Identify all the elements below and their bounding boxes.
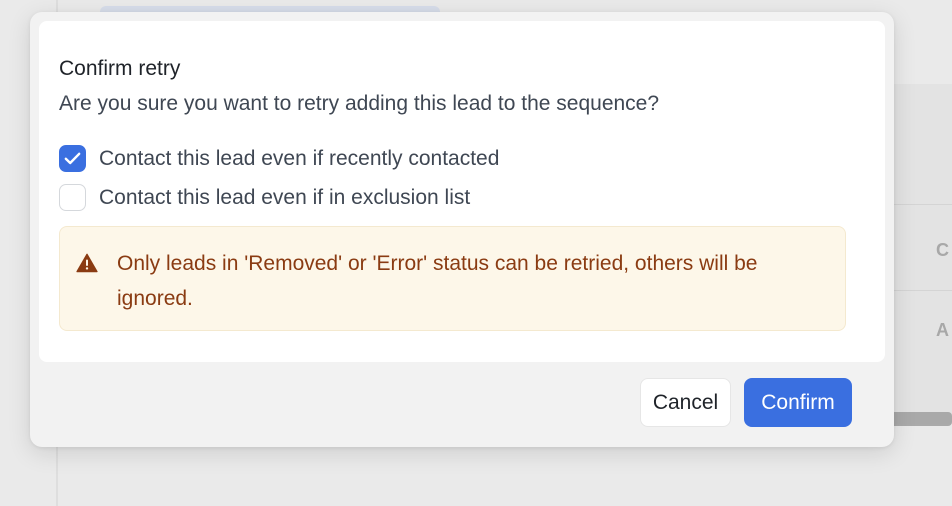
- background-panel-text: A: [936, 320, 949, 340]
- background-panel-text: C: [936, 240, 949, 260]
- confirm-retry-dialog: Confirm retry Are you sure you want to r…: [30, 12, 894, 447]
- confirm-button[interactable]: Confirm: [744, 378, 852, 427]
- recently-contacted-checkbox[interactable]: [59, 145, 86, 172]
- checkmark-icon: [64, 152, 81, 165]
- cancel-button[interactable]: Cancel: [640, 378, 731, 427]
- option-label: Contact this lead even if in exclusion l…: [99, 185, 471, 209]
- dialog-message: Are you sure you want to retry adding th…: [59, 92, 660, 115]
- warning-triangle-icon: [76, 253, 98, 273]
- warning-text: Only leads in 'Removed' or 'Error' statu…: [117, 252, 758, 310]
- exclusion-list-checkbox[interactable]: [59, 184, 86, 211]
- option-label: Contact this lead even if recently conta…: [99, 146, 500, 170]
- option-exclusion-list[interactable]: Contact this lead even if in exclusion l…: [59, 184, 470, 211]
- option-recently-contacted[interactable]: Contact this lead even if recently conta…: [59, 145, 499, 172]
- dialog-title: Confirm retry: [59, 57, 181, 80]
- warning-callout: Only leads in 'Removed' or 'Error' statu…: [59, 226, 846, 331]
